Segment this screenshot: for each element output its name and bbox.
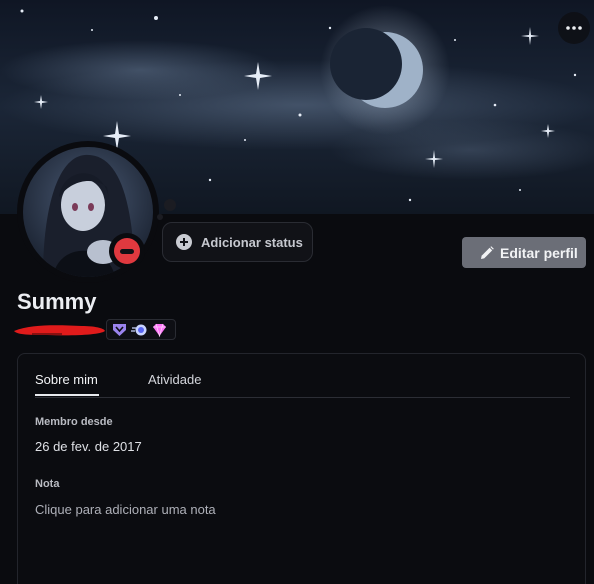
add-status-label: Adicionar status (201, 234, 303, 250)
ellipsis-icon (566, 26, 582, 30)
pencil-icon (480, 245, 494, 260)
note-input[interactable]: Clique para adicionar uma nota (35, 502, 216, 517)
status-bubble-dot (164, 199, 176, 211)
member-since-value: 26 de fev. de 2017 (35, 439, 142, 454)
profile-tabs: Sobre mim Atividade (35, 354, 570, 398)
add-status-button[interactable]: Adicionar status (162, 222, 313, 262)
status-bubble-dot (157, 214, 163, 220)
profile-info-card: Sobre mim Atividade Membro desde 26 de f… (17, 353, 586, 584)
redacted-username (14, 325, 105, 336)
more-options-button[interactable] (558, 12, 590, 44)
badge-list (106, 319, 176, 340)
tab-activity[interactable]: Atividade (148, 372, 201, 387)
nitro-boost-badge-icon[interactable] (131, 322, 147, 338)
hypesquad-badge-icon[interactable] (111, 322, 127, 338)
active-tab-indicator (35, 394, 99, 396)
plus-circle-icon (176, 234, 192, 250)
edit-profile-label: Editar perfil (500, 244, 578, 261)
edit-profile-button[interactable]: Editar perfil (462, 237, 586, 268)
note-title: Nota (35, 478, 60, 490)
tab-about-me[interactable]: Sobre mim (35, 372, 98, 387)
gem-badge-icon[interactable] (151, 322, 167, 338)
status-indicator (109, 233, 145, 269)
do-not-disturb-icon (114, 238, 140, 264)
display-name: Summy (17, 289, 97, 314)
profile-panel: Adicionar status Editar perfil Summy Sob… (0, 0, 594, 584)
member-since-title: Membro desde (35, 416, 113, 428)
